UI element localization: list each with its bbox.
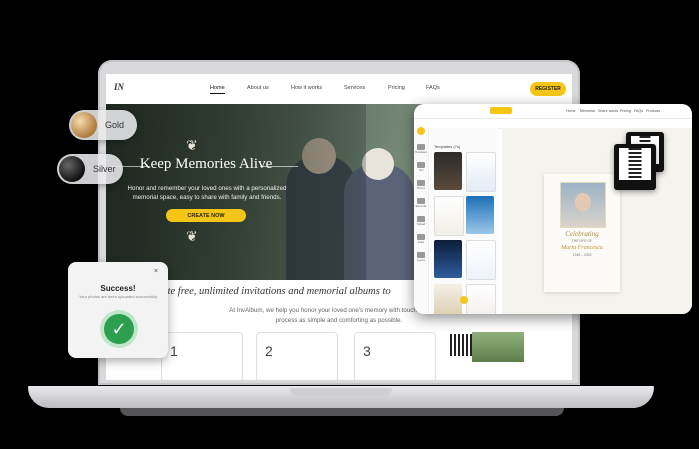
tool-label: Layers xyxy=(417,259,425,262)
template-thumbnail[interactable] xyxy=(434,240,462,278)
nav-faqs[interactable]: FAQs xyxy=(426,85,440,91)
add-icon[interactable] xyxy=(417,127,425,135)
editor-menu-memorial[interactable]: Memorial xyxy=(580,109,595,113)
upload-icon[interactable] xyxy=(417,216,425,222)
laptop-shadow xyxy=(120,408,564,416)
template-thumbnail[interactable] xyxy=(466,240,496,280)
check-icon: ✓ xyxy=(104,314,134,344)
photos-icon[interactable] xyxy=(417,180,425,186)
card-subheading: THE LIFE OF xyxy=(571,239,593,243)
qr-code-icon xyxy=(619,148,651,180)
template-thumbnail[interactable] xyxy=(466,196,494,234)
tool-label: Elements xyxy=(415,205,427,208)
silver-label: Silver xyxy=(93,164,116,174)
elements-icon[interactable] xyxy=(417,198,425,204)
laptop-notch xyxy=(290,388,392,396)
nav-pricing[interactable]: Pricing xyxy=(388,85,405,91)
register-button[interactable]: REGISTER xyxy=(530,82,566,96)
nav-home[interactable]: Home xyxy=(210,85,225,94)
step-card: 2 xyxy=(256,332,338,380)
template-thumbnail[interactable] xyxy=(434,284,462,314)
hero-photo-head xyxy=(362,148,394,180)
editor-window: Home Memorial Share words Pricing FAQs P… xyxy=(414,104,692,314)
gold-label: Gold xyxy=(105,120,125,130)
tool-label: Text xyxy=(418,169,424,172)
silver-coin-icon xyxy=(59,156,85,182)
card-heading: Celebrating xyxy=(565,230,599,238)
tool-label: Draw xyxy=(417,241,425,244)
card-name: Maria Francesca xyxy=(561,245,603,251)
hero-title: Keep Memories Alive xyxy=(139,156,273,172)
success-toast: × Success! Your photos are been uploaded… xyxy=(68,262,168,358)
step-number: 2 xyxy=(265,343,273,359)
template-thumbnail[interactable] xyxy=(466,152,496,192)
editor-menu-share[interactable]: Share words xyxy=(598,109,618,113)
draw-icon[interactable] xyxy=(417,234,425,240)
toast-message: Your photos are been uploaded successful… xyxy=(78,294,158,299)
template-thumbnail[interactable] xyxy=(434,152,462,190)
memorial-photo xyxy=(472,332,524,362)
qr-card xyxy=(614,144,656,190)
nav-about[interactable]: About us xyxy=(247,85,269,91)
layers-icon[interactable] xyxy=(417,252,425,258)
site-navbar xyxy=(106,74,572,104)
create-now-button[interactable]: CREATE NOW xyxy=(166,209,246,222)
close-icon[interactable]: × xyxy=(154,268,158,275)
editor-logo[interactable] xyxy=(490,107,512,114)
tool-label: Photos xyxy=(416,187,426,190)
editor-menu-faqs[interactable]: FAQs xyxy=(634,109,643,113)
template-thumbnail[interactable] xyxy=(466,284,496,314)
ornament-top-icon: ❦ xyxy=(186,137,198,153)
card-dates: 1946 – 2023 xyxy=(572,253,592,257)
step-card: 1 xyxy=(161,332,243,380)
nav-how-it-works[interactable]: How it works xyxy=(291,85,322,91)
gold-badge[interactable]: Gold xyxy=(69,110,137,140)
tool-label: Templates xyxy=(415,151,427,154)
template-thumbnail[interactable] xyxy=(434,196,464,236)
step-card: 3 xyxy=(354,332,436,380)
editor-menu-products[interactable]: Products xyxy=(646,109,660,113)
qr-code-icon xyxy=(448,332,474,358)
templates-title: Templates (7s) xyxy=(434,144,461,149)
text-icon[interactable] xyxy=(417,162,425,168)
ornament-bottom-icon: ❦ xyxy=(186,228,198,244)
step-number: 1 xyxy=(170,343,178,359)
title-divider-right xyxy=(260,166,298,167)
portrait-photo xyxy=(560,182,606,228)
editor-menu-home[interactable]: Home xyxy=(566,109,576,113)
portrait-face xyxy=(575,193,591,211)
tool-label: Upload xyxy=(416,223,426,226)
step-number: 3 xyxy=(363,343,371,359)
toast-title: Success! xyxy=(100,284,136,293)
gold-coin-icon xyxy=(71,112,97,138)
silver-badge[interactable]: Silver xyxy=(57,154,123,184)
memorial-card-preview[interactable]: Celebrating THE LIFE OF Maria Francesca … xyxy=(544,174,620,292)
site-logo[interactable]: IN xyxy=(114,82,124,92)
nav-services[interactable]: Services xyxy=(344,85,365,91)
editor-sidebar: Templates Text Photos Elements Upload Dr… xyxy=(414,127,429,314)
editor-menu-pricing[interactable]: Pricing xyxy=(620,109,631,113)
hero-subtitle: Honor and remember your loved ones with … xyxy=(127,185,287,201)
add-template-icon[interactable] xyxy=(460,296,468,304)
templates-icon[interactable] xyxy=(417,144,425,150)
